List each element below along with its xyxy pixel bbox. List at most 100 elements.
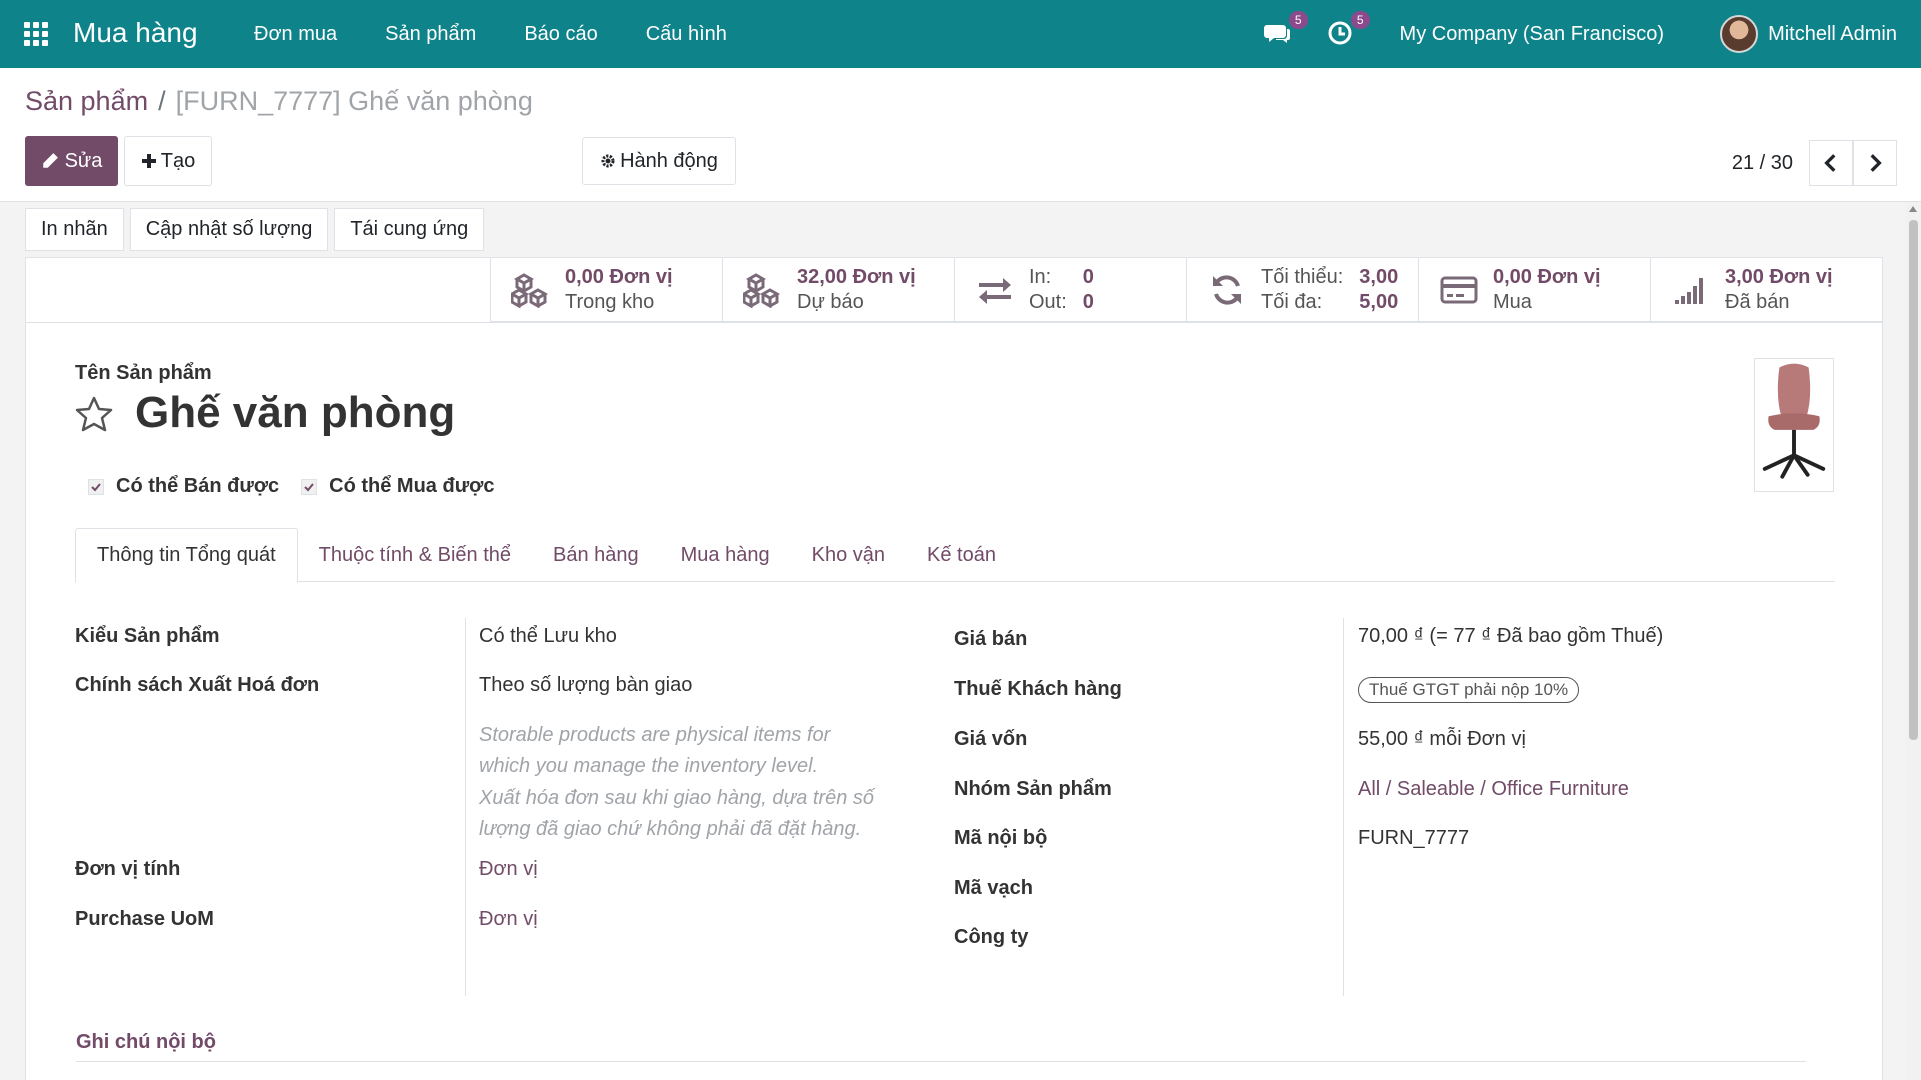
- sold-label: Đã bán: [1725, 291, 1790, 313]
- checkmark-icon: [304, 482, 314, 491]
- can-be-sold-item: Có thể Bán được: [88, 475, 279, 498]
- page-scrollbar[interactable]: [1906, 202, 1921, 1080]
- can-be-purchased-item: Có thể Mua được: [301, 475, 495, 498]
- purchased-label: Mua: [1493, 291, 1532, 313]
- smart-purchased[interactable]: 0,00 Đơn vị Mua: [1418, 258, 1650, 322]
- smart-sold[interactable]: 3,00 Đơn vị Đã bán: [1650, 258, 1882, 322]
- on-hand-label: Trong kho: [565, 291, 655, 313]
- breadcrumb: Sản phẩm / [FURN_7777] Ghế văn phòng: [25, 86, 533, 117]
- out-label: Out:: [1029, 291, 1067, 313]
- cubes-icon: [741, 272, 785, 308]
- cost-field[interactable]: 55,00 ₫ mỗi Đơn vị: [1358, 728, 1526, 751]
- control-panel: Sản phẩm / [FURN_7777] Ghế văn phòng Sửa…: [0, 68, 1921, 202]
- pager: 21 / 30: [1732, 140, 1897, 186]
- print-labels-button[interactable]: In nhãn: [25, 208, 124, 251]
- min-label: Tối thiểu:: [1261, 266, 1344, 288]
- tab-inventory[interactable]: Kho vận: [791, 528, 906, 582]
- can-be-purchased-checkbox[interactable]: [301, 478, 318, 495]
- on-hand-value: 0,00 Đơn vị: [565, 266, 673, 288]
- purchase-uom-label: Purchase UoM: [75, 908, 214, 930]
- company-switcher[interactable]: My Company (San Francisco): [1400, 23, 1665, 46]
- pager-value[interactable]: 21 / 30: [1732, 152, 1793, 175]
- create-label: Tạo: [160, 149, 196, 172]
- edit-label: Sửa: [64, 149, 103, 172]
- tab-accounting[interactable]: Kế toán: [906, 528, 1017, 582]
- internal-notes-divider: [76, 1061, 1806, 1062]
- scrollbar-thumb[interactable]: [1909, 220, 1918, 740]
- pager-next-button[interactable]: [1853, 140, 1897, 186]
- menu-reporting[interactable]: Báo cáo: [524, 23, 597, 46]
- avatar[interactable]: [1720, 15, 1759, 53]
- purchased-value: 0,00 Đơn vị: [1493, 266, 1601, 288]
- breadcrumb-current: [FURN_7777] Ghế văn phòng: [175, 86, 533, 116]
- invoice-policy-field[interactable]: Theo số lượng bàn giao: [479, 674, 692, 697]
- apps-grid-icon[interactable]: [24, 22, 48, 46]
- activities-count-badge: 5: [1350, 11, 1370, 29]
- product-type-label: Kiểu Sản phẩm: [75, 625, 220, 647]
- menu-configuration[interactable]: Cấu hình: [646, 23, 727, 46]
- sales-price-field[interactable]: 70,00 ₫ (= 77 ₫ Đã bao gồm Thuế): [1358, 625, 1663, 648]
- smart-forecast[interactable]: 32,00 Đơn vị Dự báo: [722, 258, 954, 322]
- tab-attributes-variants[interactable]: Thuộc tính & Biến thể: [298, 528, 532, 582]
- favorite-star-icon[interactable]: [74, 395, 114, 435]
- cost-label: Giá vốn: [954, 728, 1028, 750]
- product-category-label: Nhóm Sản phẩm: [954, 778, 1112, 800]
- invoice-help-line-1: Xuất hóa đơn sau khi giao hàng, dựa trên…: [479, 787, 875, 809]
- can-be-sold-label: Có thể Bán được: [116, 475, 280, 497]
- tab-purchase[interactable]: Mua hàng: [660, 528, 791, 582]
- chevron-right-icon: [1870, 154, 1882, 172]
- tab-general-information[interactable]: Thông tin Tổng quát: [75, 528, 298, 583]
- product-flags: Có thể Bán được Có thể Mua được: [88, 475, 517, 498]
- forecast-value: 32,00 Đơn vị: [797, 266, 916, 288]
- replenish-button[interactable]: Tái cung ứng: [334, 208, 485, 251]
- out-value: 0: [1082, 291, 1094, 313]
- edit-button[interactable]: Sửa: [25, 136, 118, 186]
- user-menu[interactable]: Mitchell Admin: [1768, 23, 1897, 46]
- action-dropdown-button[interactable]: Hành động: [582, 137, 736, 185]
- form-tabs: Thông tin Tổng quát Thuộc tính & Biến th…: [75, 528, 1835, 583]
- scroll-up-arrow-icon[interactable]: [1909, 206, 1917, 212]
- menu-purchase-orders[interactable]: Đơn mua: [254, 23, 337, 46]
- uom-field[interactable]: Đơn vị: [479, 858, 538, 881]
- chat-icon[interactable]: 5: [1263, 11, 1308, 49]
- uom-label: Đơn vị tính: [75, 858, 181, 880]
- create-button[interactable]: Tạo: [124, 136, 212, 186]
- sales-price-label: Giá bán: [954, 628, 1028, 650]
- pager-previous-button[interactable]: [1809, 140, 1853, 186]
- product-image[interactable]: [1754, 358, 1834, 492]
- credit-card-icon: [1437, 272, 1481, 308]
- can-be-sold-checkbox[interactable]: [88, 478, 104, 495]
- company-label: Công ty: [954, 926, 1029, 948]
- plus-icon: [141, 154, 156, 168]
- action-label: Hành động: [620, 149, 718, 172]
- form-sheet: 0,00 Đơn vị Trong kho 32,00 Đơn vị Dự bá…: [25, 257, 1883, 1080]
- smart-in-out[interactable]: In: 0 Out: 0: [954, 258, 1186, 322]
- exchange-arrows-icon: [973, 272, 1017, 308]
- left-column-separator: [465, 618, 466, 996]
- barcode-label: Mã vạch: [954, 877, 1033, 899]
- messages-count-badge: 5: [1288, 11, 1308, 29]
- customer-tax-tag[interactable]: Thuế GTGT phải nộp 10%: [1358, 677, 1580, 703]
- tab-sales[interactable]: Bán hàng: [532, 528, 660, 582]
- storable-help-line-1: Storable products are physical items for: [479, 724, 831, 746]
- in-value: 0: [1082, 266, 1094, 288]
- smart-on-hand[interactable]: 0,00 Đơn vị Trong kho: [490, 258, 722, 322]
- clock-activity-icon[interactable]: 5: [1326, 11, 1370, 49]
- company-field[interactable]: [1358, 926, 1658, 952]
- breadcrumb-products[interactable]: Sản phẩm: [25, 86, 148, 117]
- smart-min-max[interactable]: Tối thiểu: 3,00 Tối đa: 5,00: [1186, 258, 1418, 322]
- purchase-uom-field[interactable]: Đơn vị: [479, 908, 538, 931]
- internal-reference-field[interactable]: FURN_7777: [1358, 827, 1469, 850]
- product-type-field[interactable]: Có thể Lưu kho: [479, 625, 617, 648]
- signal-bars-icon: [1669, 272, 1713, 308]
- product-name-label: Tên Sản phẩm: [75, 362, 212, 384]
- invoice-policy-label: Chính sách Xuất Hoá đơn: [75, 674, 320, 696]
- update-quantity-button[interactable]: Cập nhật số lượng: [129, 208, 329, 251]
- menu-products[interactable]: Sản phẩm: [385, 23, 476, 46]
- barcode-field[interactable]: [1358, 877, 1658, 903]
- smart-buttons-divider: [26, 322, 1882, 323]
- product-category-field[interactable]: All / Saleable / Office Furniture: [1358, 778, 1629, 801]
- max-label: Tối đa:: [1261, 291, 1323, 313]
- cubes-icon: [509, 272, 553, 308]
- app-name[interactable]: Mua hàng: [73, 17, 198, 49]
